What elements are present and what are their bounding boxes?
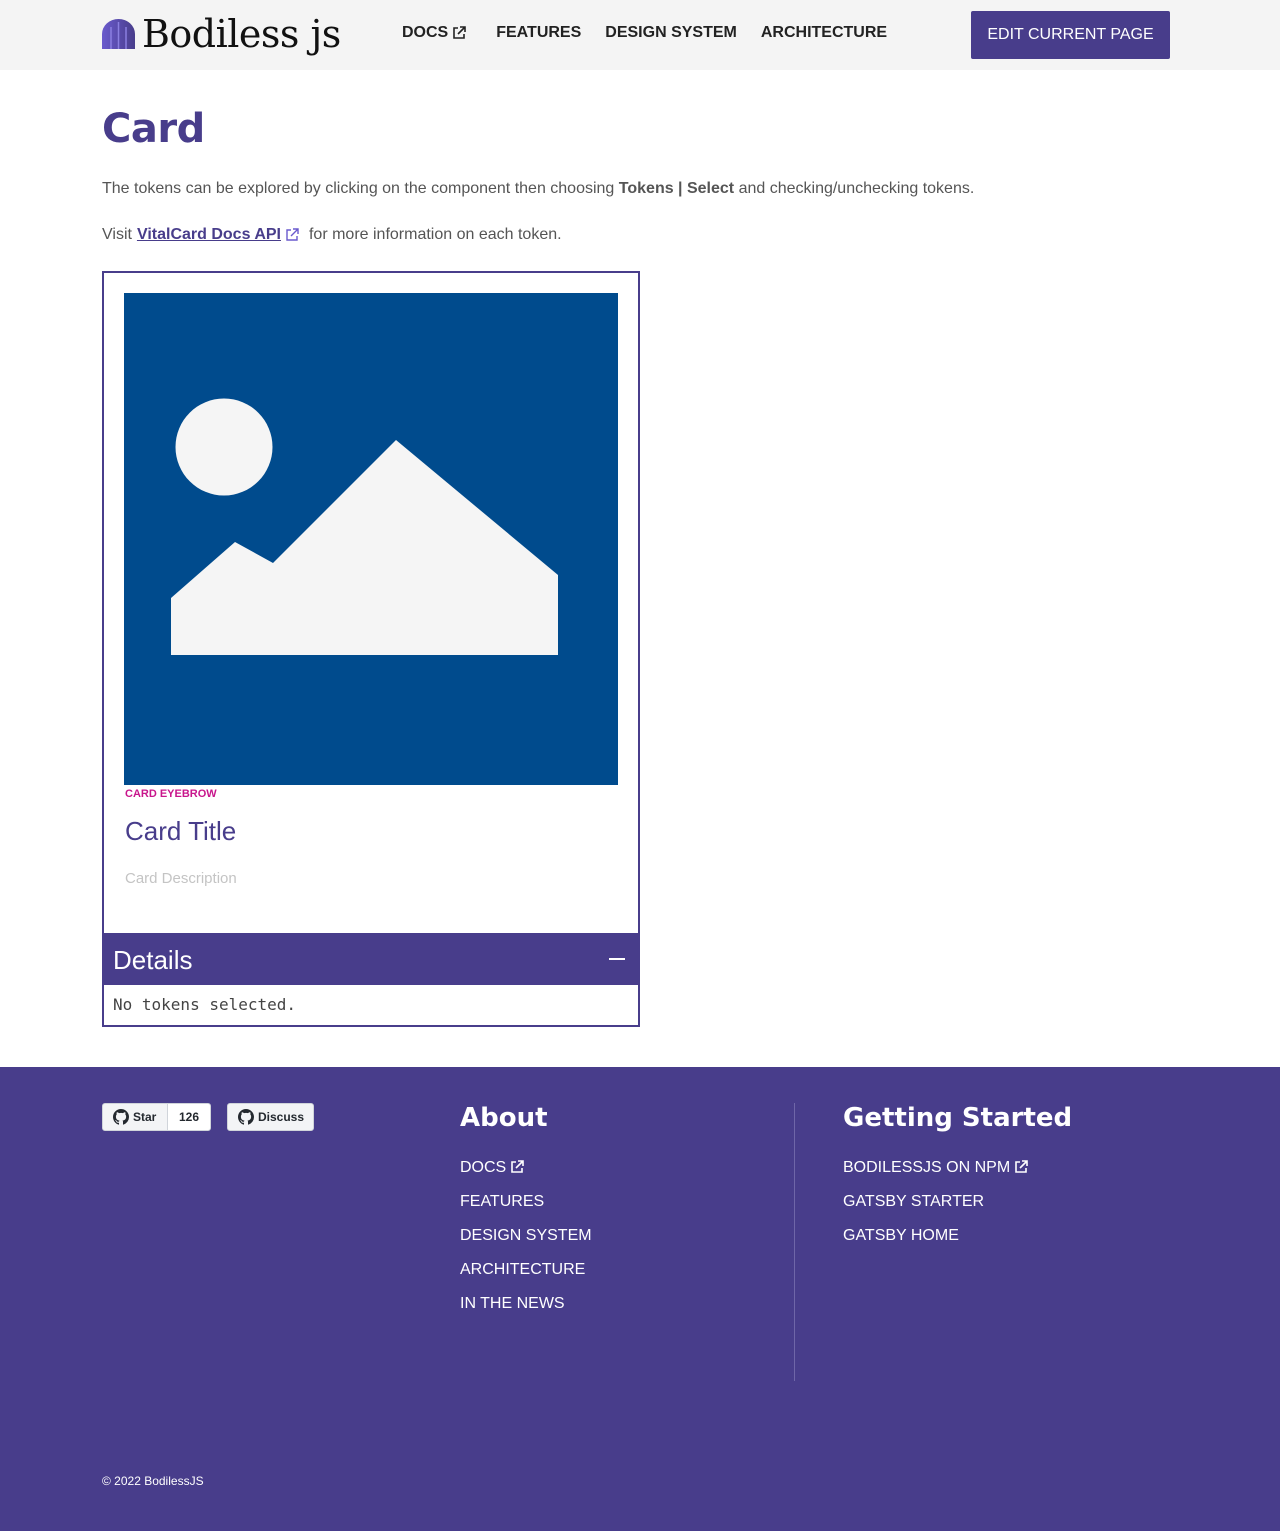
details-label: Details — [113, 945, 193, 975]
footer-getting-started-links: BODILESSJS ON NPM GATSBY STARTER GATSBY … — [843, 1159, 1028, 1261]
logo-text: Bodiless js — [142, 12, 341, 56]
github-discuss-label: Discuss — [258, 1110, 305, 1124]
footer-link-in-the-news[interactable]: IN THE NEWS — [460, 1295, 592, 1329]
footer-link-design-system[interactable]: DESIGN SYSTEM — [460, 1227, 592, 1261]
details-toggle[interactable]: Details — [104, 933, 638, 985]
external-link-icon — [1015, 1160, 1028, 1173]
copyright: © 2022 BodilessJS — [102, 1474, 204, 1488]
footer-link-docs[interactable]: DOCS — [460, 1159, 592, 1193]
github-star-button[interactable]: Star — [102, 1103, 168, 1131]
card-image[interactable] — [124, 293, 618, 785]
visit-text-end: for more information on each token. — [308, 226, 562, 243]
image-placeholder-icon — [171, 398, 558, 655]
external-link-icon — [453, 26, 467, 39]
footer-link-label: DOCS — [460, 1159, 507, 1176]
nav-item-design-system[interactable]: DESIGN SYSTEM — [605, 24, 737, 42]
footer-link-features[interactable]: FEATURES — [460, 1193, 592, 1227]
footer-link-architecture[interactable]: ARCHITECTURE — [460, 1261, 592, 1295]
logo[interactable]: Bodiless js — [102, 14, 341, 54]
nav-item-architecture[interactable]: ARCHITECTURE — [761, 24, 887, 42]
external-link-icon — [286, 228, 299, 241]
github-icon — [238, 1109, 254, 1125]
footer-link-bodilessjs-on-npm[interactable]: BODILESSJS ON NPM — [843, 1159, 1028, 1193]
nav-item-label: DOCS — [402, 24, 449, 41]
intro-text-end: and checking/unchecking tokens. — [734, 180, 975, 197]
edit-current-page-button[interactable]: EDIT CURRENT PAGE — [971, 11, 1170, 59]
page-title: Card — [102, 106, 205, 152]
intro-text-bold: Tokens | Select — [618, 180, 735, 197]
footer-link-gatsby-starter[interactable]: GATSBY STARTER — [843, 1193, 1028, 1227]
site-footer: Star 126 Discuss About DOCS FEATURES DES… — [0, 1067, 1280, 1531]
card-description: Card Description — [125, 870, 237, 887]
vitalcard-docs-api-link[interactable]: VitalCard Docs API — [137, 226, 281, 244]
github-discuss-button[interactable]: Discuss — [227, 1103, 314, 1131]
nav-item-features[interactable]: FEATURES — [496, 24, 581, 42]
collapse-icon — [609, 958, 625, 960]
logo-mark-icon — [102, 19, 135, 49]
details-content: No tokens selected. — [113, 995, 297, 1014]
visit-text: Visit VitalCard Docs API for more inform… — [102, 226, 562, 244]
github-icon — [113, 1109, 129, 1125]
footer-about-links: DOCS FEATURES DESIGN SYSTEM ARCHITECTURE… — [460, 1159, 592, 1329]
footer-getting-started-title: Getting Started — [843, 1103, 1073, 1133]
external-link-icon — [511, 1160, 525, 1173]
intro-text-start: The tokens can be explored by clicking o… — [102, 180, 619, 197]
footer-link-label: BODILESSJS ON NPM — [843, 1159, 1011, 1176]
github-star-count[interactable]: 126 — [167, 1103, 211, 1131]
card-eyebrow: CARD EYEBROW — [125, 788, 217, 800]
nav-item-label: DESIGN SYSTEM — [605, 24, 737, 41]
footer-link-gatsby-home[interactable]: GATSBY HOME — [843, 1227, 1028, 1261]
card-title: Card Title — [125, 816, 237, 846]
site-header: Bodiless js DOCS FEATURES DESIGN SYSTEM … — [0, 0, 1280, 70]
footer-about-title: About — [460, 1103, 548, 1133]
nav-item-docs[interactable]: DOCS — [402, 24, 467, 42]
intro-text: The tokens can be explored by clicking o… — [102, 180, 974, 198]
visit-text-start: Visit — [102, 226, 132, 243]
github-star-label: Star — [133, 1110, 157, 1124]
card-demo-frame: CARD EYEBROW Card Title Card Description… — [102, 271, 640, 1027]
nav-item-label: FEATURES — [496, 24, 582, 41]
footer-divider — [794, 1103, 795, 1381]
nav-item-label: ARCHITECTURE — [760, 24, 888, 41]
main-nav: DOCS FEATURES DESIGN SYSTEM ARCHITECTURE — [402, 24, 911, 42]
